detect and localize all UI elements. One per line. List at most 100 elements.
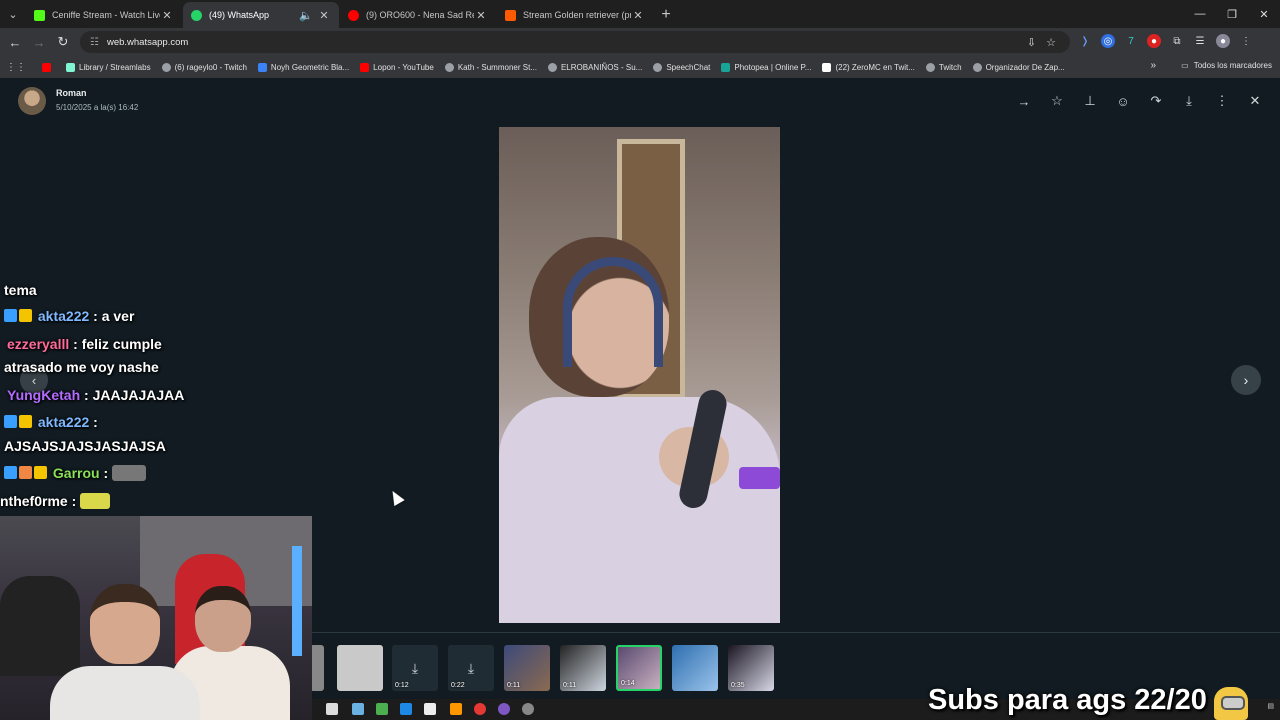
- stream-icon: [505, 9, 516, 21]
- kick-icon: [34, 9, 45, 21]
- install-app-icon[interactable]: ⇩: [1027, 36, 1036, 49]
- site-info-icon[interactable]: ☷: [90, 37, 99, 48]
- bookmark-item[interactable]: Kath - Summoner St...: [444, 62, 537, 72]
- chat-username: YungKetah: [7, 387, 81, 403]
- emoji-icon[interactable]: ☺: [1114, 92, 1132, 110]
- youtube-icon: [42, 62, 51, 72]
- reading-list-icon[interactable]: ☰: [1193, 34, 1207, 48]
- bookmark-label: Lopon - YouTube: [373, 62, 434, 72]
- next-media-button[interactable]: ›: [1231, 365, 1261, 395]
- media-thumbnail[interactable]: ⤓ 0:22: [448, 645, 494, 691]
- more-bookmarks-icon[interactable]: »: [1150, 60, 1156, 71]
- puzzle-icon[interactable]: ⧉: [1170, 34, 1184, 48]
- media-video[interactable]: [499, 127, 780, 623]
- app-icon[interactable]: [400, 703, 412, 715]
- restore-icon[interactable]: ❐: [1216, 0, 1248, 28]
- bookmark-label: (6) rageylo0 - Twitch: [174, 62, 247, 72]
- youtube-icon: [348, 9, 359, 21]
- bookmark-item[interactable]: Twitch: [925, 62, 962, 72]
- bookmark-label: Organizador De Zap...: [985, 62, 1065, 72]
- reload-button[interactable]: ↻: [51, 28, 75, 56]
- new-tab-button[interactable]: +: [654, 2, 678, 28]
- chat-message: AJSAJSJAJSJASJAJSA: [4, 438, 166, 454]
- app-icon[interactable]: [424, 703, 436, 715]
- photopea-icon: [721, 62, 731, 72]
- viewer-actions: → ☆ ⊥ ☺ ↷ ⤓ ⋮ ✕: [1015, 92, 1264, 110]
- bookmark-item[interactable]: Organizador De Zap...: [972, 62, 1065, 72]
- bookmark-item[interactable]: [42, 62, 55, 72]
- chat-text: :: [67, 493, 77, 509]
- window-controls: — ❐ ✕: [1184, 0, 1280, 28]
- bookmark-star-icon[interactable]: ☆: [1046, 36, 1056, 49]
- car-emote-icon: [80, 493, 111, 509]
- media-thumbnail[interactable]: [337, 645, 383, 691]
- app-icon[interactable]: [522, 703, 534, 715]
- notification-icon[interactable]: ▤: [1267, 702, 1274, 710]
- whatsapp-icon: [191, 9, 202, 21]
- tab-search-button[interactable]: ⌄: [0, 0, 26, 28]
- chat-text: : a ver: [89, 308, 135, 324]
- bookmark-item[interactable]: Lopon - YouTube: [360, 62, 434, 72]
- forward-button[interactable]: →: [27, 28, 51, 56]
- tab-whatsapp[interactable]: (49) WhatsApp 🔈 ✕: [183, 2, 339, 28]
- extension-icon[interactable]: ●: [1147, 34, 1161, 48]
- bookmark-label: Twitch: [938, 62, 962, 72]
- close-tab-icon[interactable]: ✕: [160, 9, 174, 22]
- tab-kick[interactable]: Ceniffe Stream - Watch Live on ✕: [26, 2, 182, 28]
- media-thumbnail[interactable]: 0:35: [728, 645, 774, 691]
- back-button[interactable]: ←: [3, 28, 27, 56]
- chrome-icon[interactable]: [474, 703, 486, 715]
- webcam-overlay: [0, 516, 312, 720]
- close-icon[interactable]: ✕: [1246, 92, 1264, 110]
- all-bookmarks-folder[interactable]: ▭ Todos los marcadores: [1181, 61, 1272, 70]
- pin-icon[interactable]: ⊥: [1081, 92, 1099, 110]
- speaker-icon[interactable]: 🔈: [299, 9, 313, 22]
- more-options-icon[interactable]: ⋮: [1213, 92, 1231, 110]
- close-tab-icon[interactable]: ✕: [631, 9, 645, 22]
- bookmark-item[interactable]: (22) ZeroMC en Twit...: [822, 62, 915, 72]
- bookmark-item[interactable]: Library / Streamlabs: [66, 62, 151, 72]
- bookmark-item[interactable]: (6) rageylo0 - Twitch: [161, 62, 247, 72]
- extension-icon[interactable]: 7: [1124, 34, 1138, 48]
- avatar[interactable]: [18, 87, 46, 115]
- app-icon[interactable]: [352, 703, 364, 715]
- tab-stream[interactable]: Stream Golden retriever (proc ✕: [497, 2, 653, 28]
- close-window-icon[interactable]: ✕: [1248, 0, 1280, 28]
- extension-icon[interactable]: ◎: [1101, 34, 1115, 48]
- media-thumbnail[interactable]: 0:11: [560, 645, 606, 691]
- globe-icon: [547, 62, 557, 72]
- bookmark-item[interactable]: Noyh Geometric Bla...: [257, 62, 349, 72]
- chat-message: akta222 : a ver: [4, 308, 134, 324]
- extension-icon[interactable]: ❭: [1078, 34, 1092, 48]
- media-thumbnail-selected[interactable]: 0:14: [616, 645, 662, 691]
- download-icon[interactable]: ⤓: [1180, 92, 1198, 110]
- duration: 0:14: [621, 680, 635, 687]
- apps-icon[interactable]: ⋮⋮: [6, 62, 26, 73]
- bookmark-item[interactable]: SpeechChat: [653, 62, 710, 72]
- media-thumbnail[interactable]: [310, 645, 324, 691]
- app-icon[interactable]: [450, 703, 462, 715]
- media-thumbnail[interactable]: 0:11: [504, 645, 550, 691]
- chat-text: tema: [4, 282, 37, 298]
- minimize-icon[interactable]: —: [1184, 0, 1216, 28]
- bookmark-label: Kath - Summoner St...: [457, 62, 537, 72]
- chat-username: akta222: [37, 308, 90, 324]
- profile-avatar[interactable]: ●: [1216, 34, 1230, 48]
- x-icon: [822, 62, 832, 72]
- bookmark-item[interactable]: ELROBANIÑOS - Su...: [547, 62, 642, 72]
- media-thumbnail[interactable]: ⤓ 0:12: [392, 645, 438, 691]
- app-icon[interactable]: [376, 703, 388, 715]
- address-bar[interactable]: ☷ web.whatsapp.com ⇩ ☆: [80, 31, 1070, 53]
- menu-icon[interactable]: ⋮: [1239, 34, 1253, 48]
- tab-youtube[interactable]: (9) ORO600 - Nena Sad Remix ✕: [340, 2, 496, 28]
- app-icon[interactable]: [498, 703, 510, 715]
- forward-icon[interactable]: ↷: [1147, 92, 1165, 110]
- go-to-message-icon[interactable]: →: [1015, 92, 1033, 110]
- close-tab-icon[interactable]: ✕: [474, 9, 488, 22]
- media-thumbnail[interactable]: [672, 645, 718, 691]
- star-icon[interactable]: ☆: [1048, 92, 1066, 110]
- prime-badge-icon: [4, 466, 17, 479]
- close-tab-icon[interactable]: ✕: [317, 9, 331, 22]
- bookmark-item[interactable]: Photopea | Online P...: [721, 62, 811, 72]
- app-icon[interactable]: [326, 703, 338, 715]
